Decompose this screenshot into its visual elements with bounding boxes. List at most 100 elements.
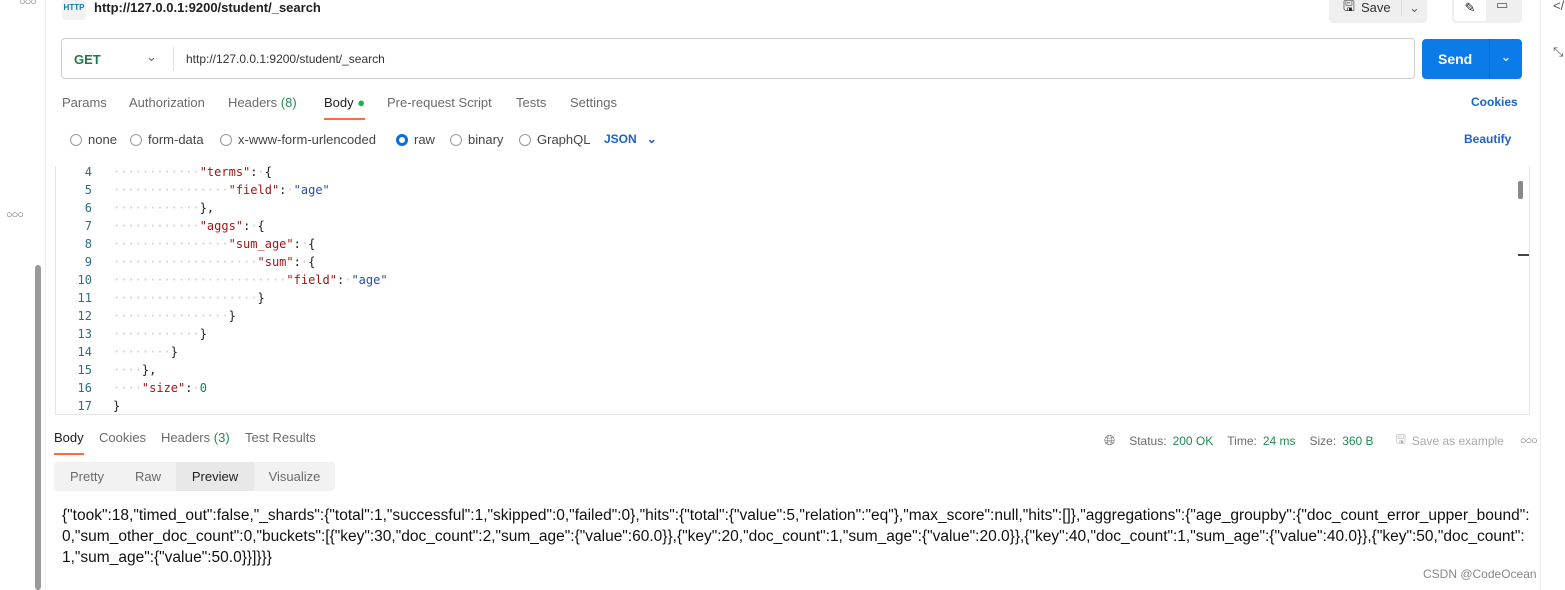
send-button[interactable]: Send xyxy=(1438,51,1472,67)
tab-settings[interactable]: Settings xyxy=(570,95,617,110)
watermark: CSDN @CodeOcean xyxy=(1423,567,1537,581)
method-select[interactable]: GET xyxy=(74,52,101,67)
radio-raw[interactable]: raw xyxy=(396,132,435,147)
collapse-icon[interactable]: ⤡ xyxy=(1553,44,1563,60)
view-preview[interactable]: Preview xyxy=(176,462,254,491)
code-line: 8 ················"sum_age":·{ xyxy=(56,235,1506,253)
line-number: 7 xyxy=(84,219,92,233)
code-line: 4 ············"terms":·{ xyxy=(56,166,1506,181)
editor-scroll-marker xyxy=(1518,254,1529,256)
radio-circle-icon xyxy=(450,133,462,146)
response-tab-body[interactable]: Body xyxy=(54,430,84,455)
format-select[interactable]: JSON ⌄ xyxy=(604,132,657,146)
code-text: ············} xyxy=(113,327,207,341)
code-line: 15 ····}, xyxy=(56,361,1506,379)
status-value[interactable]: 200 OK xyxy=(1173,434,1214,448)
headers-count: (8) xyxy=(280,95,297,110)
request-title[interactable]: http://127.0.0.1:9200/student/_search xyxy=(94,0,321,15)
tab-label: Body xyxy=(324,95,354,110)
editor-scrollbar[interactable] xyxy=(1518,181,1523,199)
code-text: ················"field":·"age" xyxy=(113,183,330,197)
line-number: 13 xyxy=(77,327,92,341)
tab-tests[interactable]: Tests xyxy=(516,95,546,110)
tab-params[interactable]: Params xyxy=(62,95,107,110)
save-chevron-icon[interactable]: ⌄ xyxy=(1401,0,1427,16)
code-text: ····"size":·0 xyxy=(113,381,207,395)
save-button[interactable]: Save xyxy=(1361,0,1391,15)
save-as-example-button[interactable]: Save as example xyxy=(1412,434,1504,448)
radio-circle-icon xyxy=(519,133,531,146)
tab-label: Headers xyxy=(161,430,211,445)
url-bar: GET ⌄ http://127.0.0.1:9200/student/_sea… xyxy=(61,38,1415,79)
http-icon: HTTP xyxy=(62,0,86,20)
view-raw[interactable]: Raw xyxy=(120,462,176,491)
view-pretty[interactable]: Pretty xyxy=(54,462,120,491)
size-value[interactable]: 360 B xyxy=(1342,434,1373,448)
radio-circle-icon xyxy=(70,133,82,146)
status-label: Status: xyxy=(1129,433,1167,448)
code-line: 9 ····················"sum":·{ xyxy=(56,253,1506,271)
radio-label: x-www-form-urlencoded xyxy=(238,132,376,147)
radio-graphql[interactable]: GraphQL xyxy=(519,132,590,147)
edit-pencil-icon[interactable]: ✎ xyxy=(1454,0,1486,21)
body-dot-icon: ● xyxy=(357,95,366,110)
code-editor[interactable]: 4 ············"terms":·{5 ················… xyxy=(55,166,1530,415)
time-label: Time: xyxy=(1227,433,1257,448)
radio-label: GraphQL xyxy=(537,132,591,147)
code-line: 10 ························"field":·"age" xyxy=(56,271,1506,289)
cookies-link[interactable]: Cookies xyxy=(1471,95,1518,109)
view-visualize[interactable]: Visualize xyxy=(254,462,335,491)
code-line: 13 ············} xyxy=(56,325,1506,343)
method-chevron-icon[interactable]: ⌄ xyxy=(146,49,157,65)
more-icon[interactable]: ○○○ xyxy=(19,0,37,8)
more-icon[interactable]: ○○○ xyxy=(6,209,24,221)
code-line: 6 ············}, xyxy=(56,199,1506,217)
save-example-icon: 🖫 xyxy=(1395,432,1406,446)
size-label: Size: xyxy=(1309,433,1337,448)
url-input[interactable]: http://127.0.0.1:9200/student/_search xyxy=(186,52,385,66)
globe-icon[interactable]: 🌐︎ xyxy=(1104,432,1115,449)
code-text: ················} xyxy=(113,309,236,323)
radio-label: raw xyxy=(414,132,435,147)
code-line: 7 ············"aggs":·{ xyxy=(56,217,1506,235)
code-text: ····}, xyxy=(113,363,157,377)
time-value[interactable]: 24 ms xyxy=(1263,434,1296,448)
code-icon[interactable]: </ xyxy=(1553,0,1564,13)
sidebar-scrollbar[interactable] xyxy=(35,265,41,590)
response-tab-test-results[interactable]: Test Results xyxy=(245,430,316,445)
beautify-button[interactable]: Beautify xyxy=(1464,132,1511,146)
radio-binary[interactable]: binary xyxy=(450,132,503,147)
line-number: 12 xyxy=(77,309,92,323)
tab-headers[interactable]: Headers (8) xyxy=(228,95,297,110)
line-number: 6 xyxy=(84,201,92,215)
radio-circle-icon xyxy=(130,133,142,146)
code-text: ············"aggs":·{ xyxy=(113,219,265,233)
radio-form-data[interactable]: form-data xyxy=(130,132,204,147)
code-text: } xyxy=(113,399,121,413)
line-number: 11 xyxy=(77,291,92,305)
tab-label: Headers xyxy=(228,95,278,110)
comment-icon[interactable]: ▭ xyxy=(1496,0,1508,13)
radio-label: none xyxy=(88,132,117,147)
format-label: JSON xyxy=(604,132,637,146)
radio-none[interactable]: none xyxy=(70,132,117,147)
tab-pre-request-script[interactable]: Pre-request Script xyxy=(387,95,492,110)
tab-authorization[interactable]: Authorization xyxy=(129,95,205,110)
response-tab-cookies[interactable]: Cookies xyxy=(99,430,146,445)
line-number: 10 xyxy=(77,273,92,287)
radio-label: form-data xyxy=(148,132,204,147)
tab-body[interactable]: Body ● xyxy=(324,95,366,120)
left-sidebar: ○○○ ○○○ xyxy=(0,0,46,590)
code-line: 12 ················} xyxy=(56,307,1506,325)
radio-x-www-form-urlencoded[interactable]: x-www-form-urlencoded xyxy=(220,132,376,147)
response-meta: 🌐︎ Status: 200 OK Time: 24 ms Size: 360 B 🖫… xyxy=(1104,430,1538,451)
more-icon[interactable]: ○○○ xyxy=(1520,435,1538,447)
code-line: 5 ················"field":·"age" xyxy=(56,181,1506,199)
send-button-group: Send ⌄ xyxy=(1422,39,1522,79)
code-line: 16 ····"size":·0 xyxy=(56,379,1506,397)
line-number: 15 xyxy=(77,363,92,377)
code-text: ················"sum_age":·{ xyxy=(113,237,316,251)
response-tab-headers[interactable]: Headers (3) xyxy=(161,430,230,445)
radio-circle-icon xyxy=(220,133,232,146)
send-chevron-icon[interactable]: ⌄ xyxy=(1489,39,1522,79)
